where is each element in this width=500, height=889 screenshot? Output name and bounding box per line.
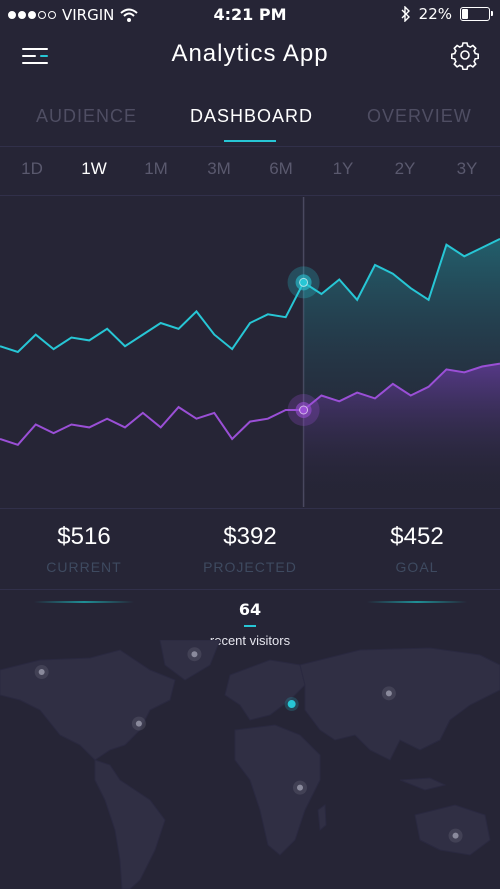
- map-marker[interactable]: [448, 828, 463, 843]
- stat-label: GOAL: [395, 559, 439, 575]
- map-landmass: [0, 640, 500, 889]
- range-1m[interactable]: 1M: [136, 159, 176, 179]
- stat-value: $392: [223, 523, 277, 550]
- map-marker[interactable]: [34, 665, 49, 680]
- stat-label: PROJECTED: [203, 559, 297, 575]
- bluetooth-icon: [401, 6, 410, 22]
- series-purple-cursor-dot[interactable]: [299, 405, 309, 415]
- stats-row: $516 CURRENT $392 PROJECTED $452 GOAL: [0, 508, 500, 603]
- visitor-count: 64: [238, 600, 262, 619]
- app-screen: VIRGIN 4:21 PM 22% Analytics App AUDIENC…: [0, 0, 500, 889]
- map-marker[interactable]: [131, 716, 146, 731]
- stat-current: $516 CURRENT: [14, 523, 154, 603]
- world-map[interactable]: [0, 640, 500, 889]
- range-3y[interactable]: 3Y: [447, 159, 487, 179]
- battery-icon: [460, 7, 493, 21]
- range-1d[interactable]: 1D: [12, 159, 52, 179]
- app-header: Analytics App: [0, 30, 500, 86]
- active-tab-indicator: [224, 140, 276, 142]
- series-cyan-cursor-dot[interactable]: [299, 277, 309, 287]
- map-marker[interactable]: [381, 686, 396, 701]
- range-1w[interactable]: 1W: [74, 159, 114, 179]
- time-range-selector: 1D 1W 1M 3M 6M 1Y 2Y 3Y: [0, 146, 500, 196]
- range-6m[interactable]: 6M: [261, 159, 301, 179]
- battery-percent: 22%: [418, 5, 452, 23]
- tab-bar: AUDIENCE DASHBOARD OVERVIEW: [0, 100, 500, 146]
- stat-value: $452: [390, 523, 444, 550]
- stat-value: $516: [57, 523, 111, 550]
- stat-label: CURRENT: [46, 559, 122, 575]
- page-title: Analytics App: [171, 40, 329, 67]
- tab-dashboard[interactable]: DASHBOARD: [190, 106, 313, 127]
- range-1y[interactable]: 1Y: [323, 159, 363, 179]
- tab-overview[interactable]: OVERVIEW: [367, 106, 472, 127]
- map-marker[interactable]: [187, 647, 202, 662]
- map-marker[interactable]: [293, 780, 307, 795]
- status-right: 22%: [401, 5, 493, 23]
- stat-goal: $452 GOAL: [347, 523, 487, 603]
- status-bar: VIRGIN 4:21 PM 22%: [0, 0, 500, 30]
- tab-audience[interactable]: AUDIENCE: [36, 106, 137, 127]
- map-marker-active[interactable]: [284, 697, 299, 712]
- analytics-chart[interactable]: [0, 197, 500, 507]
- gear-icon[interactable]: [450, 40, 480, 70]
- range-3m[interactable]: 3M: [199, 159, 239, 179]
- range-2y[interactable]: 2Y: [385, 159, 425, 179]
- stat-projected: $392 PROJECTED: [180, 523, 320, 575]
